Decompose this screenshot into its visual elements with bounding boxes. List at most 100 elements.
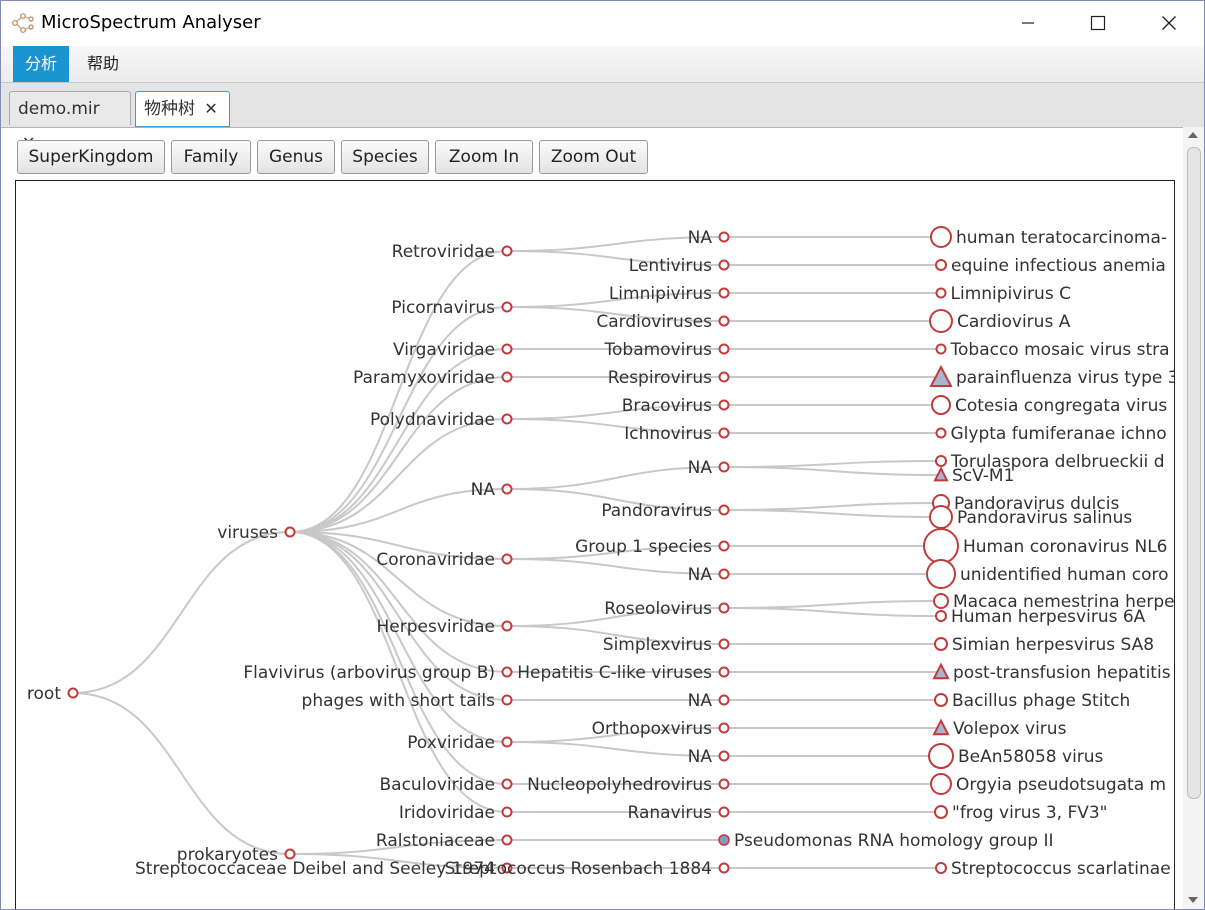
kingdom-node[interactable]: [284, 526, 296, 538]
family-node[interactable]: [501, 553, 513, 565]
species-node[interactable]: [923, 528, 959, 564]
genus-node[interactable]: [718, 540, 730, 552]
genus-node[interactable]: [718, 568, 730, 580]
species-node[interactable]: [930, 773, 952, 795]
family-node[interactable]: [501, 694, 513, 706]
family-node[interactable]: [501, 736, 513, 748]
species-node[interactable]: [718, 834, 730, 846]
species-node[interactable]: [926, 559, 956, 589]
close-icon: [1162, 16, 1176, 30]
genus-node[interactable]: [718, 602, 730, 614]
species-node[interactable]: [934, 637, 948, 651]
root-node[interactable]: [67, 687, 79, 699]
genus-node[interactable]: [718, 778, 730, 790]
species-node[interactable]: [934, 805, 948, 819]
tree-edge: [723, 460, 942, 468]
zoom-in-button[interactable]: Zoom In: [435, 140, 533, 174]
species-node[interactable]: [935, 455, 947, 467]
genus-label: Lentivirus: [629, 256, 712, 276]
tab-close-icon[interactable]: ✕: [204, 99, 217, 118]
species-node[interactable]: [935, 610, 947, 622]
superkingdom-button[interactable]: SuperKingdom: [17, 140, 165, 174]
family-label: Polydnaviridae: [370, 410, 495, 430]
genus-node[interactable]: [718, 666, 730, 678]
genus-node[interactable]: [718, 504, 730, 516]
species-node[interactable]: [935, 427, 947, 439]
species-label: Glypta fumiferanae ichno: [951, 424, 1167, 444]
kingdom-node[interactable]: [284, 848, 296, 860]
genus-node[interactable]: [718, 806, 730, 818]
tree-edge: [289, 376, 508, 533]
family-node[interactable]: [501, 371, 513, 383]
species-tree-canvas[interactable]: root viruses prokaryotes Retroviridae Picorn…: [15, 180, 1175, 910]
tree-edge: [289, 418, 508, 533]
genus-label: NA: [688, 458, 713, 478]
close-window-button[interactable]: [1134, 1, 1204, 45]
species-node[interactable]: [935, 862, 947, 874]
genus-node[interactable]: [718, 862, 730, 874]
genus-node[interactable]: [718, 461, 730, 473]
root-label: root: [27, 684, 61, 704]
genus-node[interactable]: [718, 315, 730, 327]
species-node[interactable]: [931, 395, 951, 415]
genus-node[interactable]: [718, 722, 730, 734]
genus-node[interactable]: [718, 343, 730, 355]
tree-edge: [723, 509, 942, 518]
genus-node[interactable]: [718, 259, 730, 271]
genus-node[interactable]: [718, 694, 730, 706]
maximize-button[interactable]: [1063, 1, 1133, 45]
species-node[interactable]: [929, 505, 953, 529]
genus-node[interactable]: [718, 371, 730, 383]
scroll-down-icon[interactable]: [1188, 897, 1198, 903]
species-node[interactable]: [928, 743, 954, 769]
species-node[interactable]: [933, 593, 949, 609]
family-node[interactable]: [501, 301, 513, 313]
genus-node[interactable]: [718, 231, 730, 243]
genus-label: Roseolovirus: [604, 599, 712, 619]
scroll-up-icon[interactable]: [1188, 132, 1198, 138]
family-button[interactable]: Family: [171, 140, 251, 174]
genus-node[interactable]: [718, 427, 730, 439]
minimize-button[interactable]: [993, 1, 1063, 45]
title-bar: MicroSpectrum Analyser: [1, 1, 1204, 45]
zoom-out-button[interactable]: Zoom Out: [539, 140, 648, 174]
species-tree[interactable]: rootvirusesprokaryotesRetroviridaePicorn…: [16, 181, 1174, 910]
tree-edge: [723, 600, 942, 609]
family-node[interactable]: [501, 343, 513, 355]
maximize-icon: [1090, 15, 1106, 31]
family-node[interactable]: [501, 778, 513, 790]
species-node[interactable]: [930, 226, 952, 248]
tree-edge: [723, 607, 942, 617]
species-node[interactable]: [935, 343, 947, 355]
species-node[interactable]: [935, 259, 947, 271]
species-node[interactable]: [935, 287, 947, 299]
genus-label: NA: [688, 565, 713, 585]
family-node[interactable]: [501, 806, 513, 818]
tab-species-tree[interactable]: 物种树 ✕: [135, 91, 230, 127]
family-node[interactable]: [501, 483, 513, 495]
genus-node[interactable]: [718, 750, 730, 762]
family-node[interactable]: [501, 666, 513, 678]
tab-label: 物种树: [144, 99, 195, 119]
vertical-scrollbar[interactable]: [1183, 127, 1204, 909]
species-node[interactable]: [934, 693, 948, 707]
family-node[interactable]: [501, 413, 513, 425]
species-label: Orgyia pseudotsugata m: [956, 775, 1166, 795]
menu-analysis[interactable]: 分析: [13, 46, 70, 82]
family-node[interactable]: [501, 834, 513, 846]
species-label: Tobacco mosaic virus stra: [950, 340, 1170, 360]
genus-node[interactable]: [718, 638, 730, 650]
species-node[interactable]: [929, 309, 953, 333]
family-node[interactable]: [501, 620, 513, 632]
genus-button[interactable]: Genus: [257, 140, 335, 174]
species-label: post-transfusion hepatitis: [953, 663, 1171, 683]
genus-label: NA: [688, 691, 713, 711]
scroll-thumb[interactable]: [1187, 147, 1201, 799]
menu-help[interactable]: 帮助: [75, 46, 131, 82]
genus-label: Tobamovirus: [604, 340, 713, 360]
genus-node[interactable]: [718, 399, 730, 411]
family-node[interactable]: [501, 245, 513, 257]
tab-demo-mir[interactable]: demo.mir ✕: [9, 91, 131, 152]
genus-node[interactable]: [718, 287, 730, 299]
species-button[interactable]: Species: [341, 140, 429, 174]
